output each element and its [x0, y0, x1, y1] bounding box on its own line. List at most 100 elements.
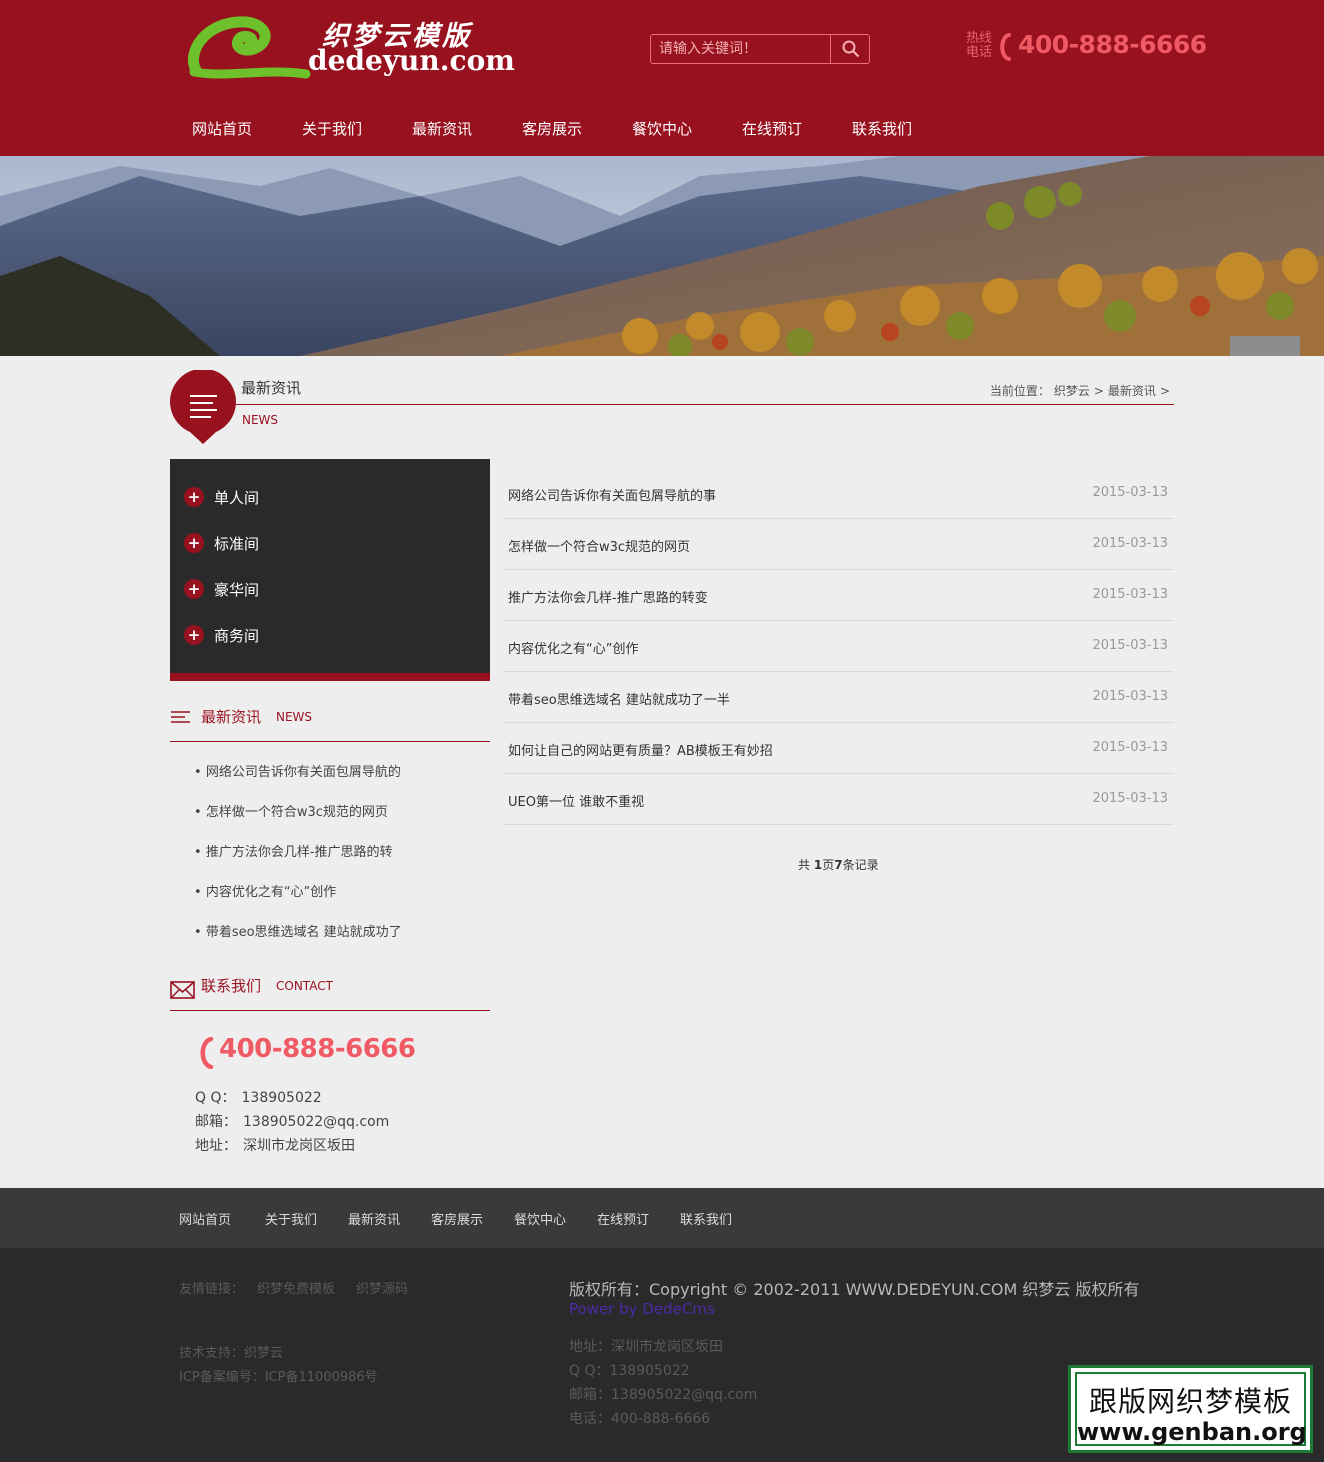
article-row[interactable]: 怎样做一个符合w3c规范的网页 2015-03-13	[504, 519, 1174, 570]
side-news-item[interactable]: • 内容优化之有“心”创作	[194, 881, 336, 900]
footer-phone: 电话：400-888-6666	[569, 1411, 711, 1427]
category-label: 单人间	[214, 488, 260, 507]
category-item-standard[interactable]: + 标准间	[184, 531, 259, 555]
article-title[interactable]: 网络公司告诉你有关面包屑导航的事	[508, 485, 716, 504]
nav-item-about[interactable]: 关于我们	[302, 118, 412, 140]
search-input[interactable]	[651, 35, 830, 63]
watermark-badge: 跟版网织梦模板 www.genban.org	[1068, 1365, 1313, 1453]
article-title[interactable]: 推广方法你会几样-推广思路的转变	[508, 587, 708, 606]
title-divider	[236, 404, 1174, 405]
contact-title-en: CONTACT	[276, 979, 333, 993]
plus-icon: +	[184, 487, 204, 507]
nav-item-booking[interactable]: 在线预订	[742, 118, 852, 140]
power-by-link[interactable]: Power by DedeCms	[569, 1300, 715, 1318]
watermark-frame: 跟版网织梦模板 www.genban.org	[1075, 1372, 1307, 1446]
breadcrumb-prefix: 当前位置：	[989, 384, 1050, 398]
breadcrumb-link-news[interactable]: 最新资讯	[1108, 384, 1156, 398]
footer-nav-rooms[interactable]: 客房展示	[431, 1209, 483, 1228]
side-news-title-en: NEWS	[276, 710, 313, 724]
article-row[interactable]: 带着seo思维选域名 建站就成功了一半 2015-03-13	[504, 672, 1174, 723]
side-news-item-text: 网络公司告诉你有关面包屑导航的	[205, 765, 401, 780]
article-row[interactable]: 如何让自己的网站更有质量？AB模板王有妙招 2015-03-13	[504, 723, 1174, 774]
icp-number: ICP备案编号：ICP备11000986号	[179, 1370, 378, 1385]
article-title[interactable]: 怎样做一个符合w3c规范的网页	[508, 536, 690, 555]
footer-email: 邮箱：138905022@qq.com	[569, 1387, 758, 1403]
category-item-single[interactable]: + 单人间	[184, 485, 259, 509]
contact-address-label: 地址：	[195, 1138, 237, 1154]
nav-item-home[interactable]: 网站首页	[192, 118, 302, 140]
category-label: 商务间	[214, 626, 260, 645]
nav-item-dining[interactable]: 餐饮中心	[632, 118, 742, 140]
article-title[interactable]: 如何让自己的网站更有质量？AB模板王有妙招	[508, 740, 773, 759]
contact-phone: 400-888-6666	[219, 1034, 416, 1064]
article-title[interactable]: 内容优化之有“心”创作	[508, 638, 638, 657]
banner-image	[0, 156, 1324, 356]
watermark-text: 跟版网织梦模板	[1088, 1385, 1292, 1418]
site-header: 织梦云模版 dedeyun.com 热线电话 400-888-6666 网站首页…	[0, 0, 1324, 156]
side-news-title: 最新资讯	[201, 708, 262, 726]
breadcrumb-separator: >	[1159, 384, 1170, 398]
footer-nav: 网站首页 关于我们 最新资讯 客房展示 餐饮中心 在线预订 联系我们	[0, 1188, 1324, 1248]
plus-icon: +	[184, 533, 204, 553]
category-label: 标准间	[214, 534, 260, 553]
main-nav: 网站首页 关于我们 最新资讯 客房展示 餐饮中心 在线预订 联系我们	[192, 118, 962, 140]
side-news-item[interactable]: • 推广方法你会几样-推广思路的转	[194, 841, 393, 860]
breadcrumb-link-home[interactable]: 织梦云	[1054, 384, 1090, 398]
plus-icon: +	[184, 625, 204, 645]
footer-nav-news[interactable]: 最新资讯	[348, 1209, 400, 1228]
pagination-pages: 1	[813, 858, 823, 872]
pagination-mid: 页	[822, 858, 835, 872]
footer-nav-home[interactable]: 网站首页	[179, 1209, 231, 1228]
search-button[interactable]	[830, 35, 870, 63]
article-title[interactable]: 带着seo思维选域名 建站就成功了一半	[508, 689, 730, 708]
page-title-en: NEWS	[242, 413, 279, 427]
category-item-business[interactable]: + 商务间	[184, 623, 259, 647]
watermark-url: www.genban.org	[1077, 1418, 1307, 1446]
phone-icon	[1000, 33, 1011, 61]
side-news-item[interactable]: • 带着seo思维选域名 建站就成功了	[194, 921, 402, 940]
nav-item-news[interactable]: 最新资讯	[412, 118, 522, 140]
article-row[interactable]: 推广方法你会几样-推广思路的转变 2015-03-13	[504, 570, 1174, 621]
friend-link[interactable]: 织梦源码	[356, 1278, 408, 1297]
breadcrumb-separator: >	[1093, 384, 1104, 398]
side-news-item-text: 推广方法你会几样-推广思路的转	[205, 845, 393, 860]
contact-title: 联系我们	[201, 977, 262, 995]
friend-link[interactable]: 织梦免费模板	[257, 1278, 335, 1297]
pagination-suffix: 条记录	[842, 858, 879, 872]
footer-nav-dining[interactable]: 餐饮中心	[514, 1209, 566, 1228]
hotline-label: 热线电话	[966, 31, 993, 60]
footer-nav-booking[interactable]: 在线预订	[597, 1209, 649, 1228]
contact-email-label: 邮箱：	[195, 1114, 237, 1130]
category-label: 豪华间	[214, 580, 260, 599]
article-date: 2015-03-13	[1092, 587, 1168, 602]
side-news-header: 最新资讯 NEWS	[170, 702, 490, 742]
nav-item-rooms[interactable]: 客房展示	[522, 118, 632, 140]
contact-address: 地址： 深圳市龙岗区坂田	[195, 1135, 355, 1155]
category-item-deluxe[interactable]: + 豪华间	[184, 577, 259, 601]
article-title[interactable]: UEO第一位 谁敢不重视	[508, 791, 644, 810]
phone-icon	[200, 1037, 214, 1069]
footer-nav-contact[interactable]: 联系我们	[680, 1209, 732, 1228]
friend-links-label: 友情链接：	[179, 1282, 245, 1297]
side-news-item[interactable]: • 网络公司告诉你有关面包屑导航的	[194, 761, 401, 780]
tech-support: 技术支持：织梦云	[179, 1346, 284, 1361]
contact-email: 邮箱： 138905022@qq.com	[195, 1111, 389, 1131]
footer-address: 地址：深圳市龙岗区坂田	[569, 1339, 723, 1355]
search-box	[650, 34, 870, 64]
contact-address-value: 深圳市龙岗区坂田	[243, 1138, 355, 1154]
side-news-item-text: 带着seo思维选域名 建站就成功了	[205, 925, 402, 940]
article-row[interactable]: 网络公司告诉你有关面包屑导航的事 2015-03-13	[504, 468, 1174, 519]
pagination-records: 7	[834, 858, 843, 872]
article-row[interactable]: UEO第一位 谁敢不重视 2015-03-13	[504, 774, 1174, 825]
article-date: 2015-03-13	[1092, 485, 1168, 500]
hotline-number: 400-888-6666	[1018, 30, 1207, 59]
contact-qq-value: 138905022	[241, 1090, 322, 1106]
nav-item-contact[interactable]: 联系我们	[852, 118, 962, 140]
logo-swirl-icon	[188, 16, 311, 79]
article-row[interactable]: 内容优化之有“心”创作 2015-03-13	[504, 621, 1174, 672]
news-badge-icon	[170, 368, 236, 444]
side-news-item[interactable]: • 怎样做一个符合w3c规范的网页	[194, 801, 388, 820]
footer-nav-about[interactable]: 关于我们	[265, 1209, 317, 1228]
plus-icon: +	[184, 579, 204, 599]
article-date: 2015-03-13	[1092, 689, 1168, 704]
